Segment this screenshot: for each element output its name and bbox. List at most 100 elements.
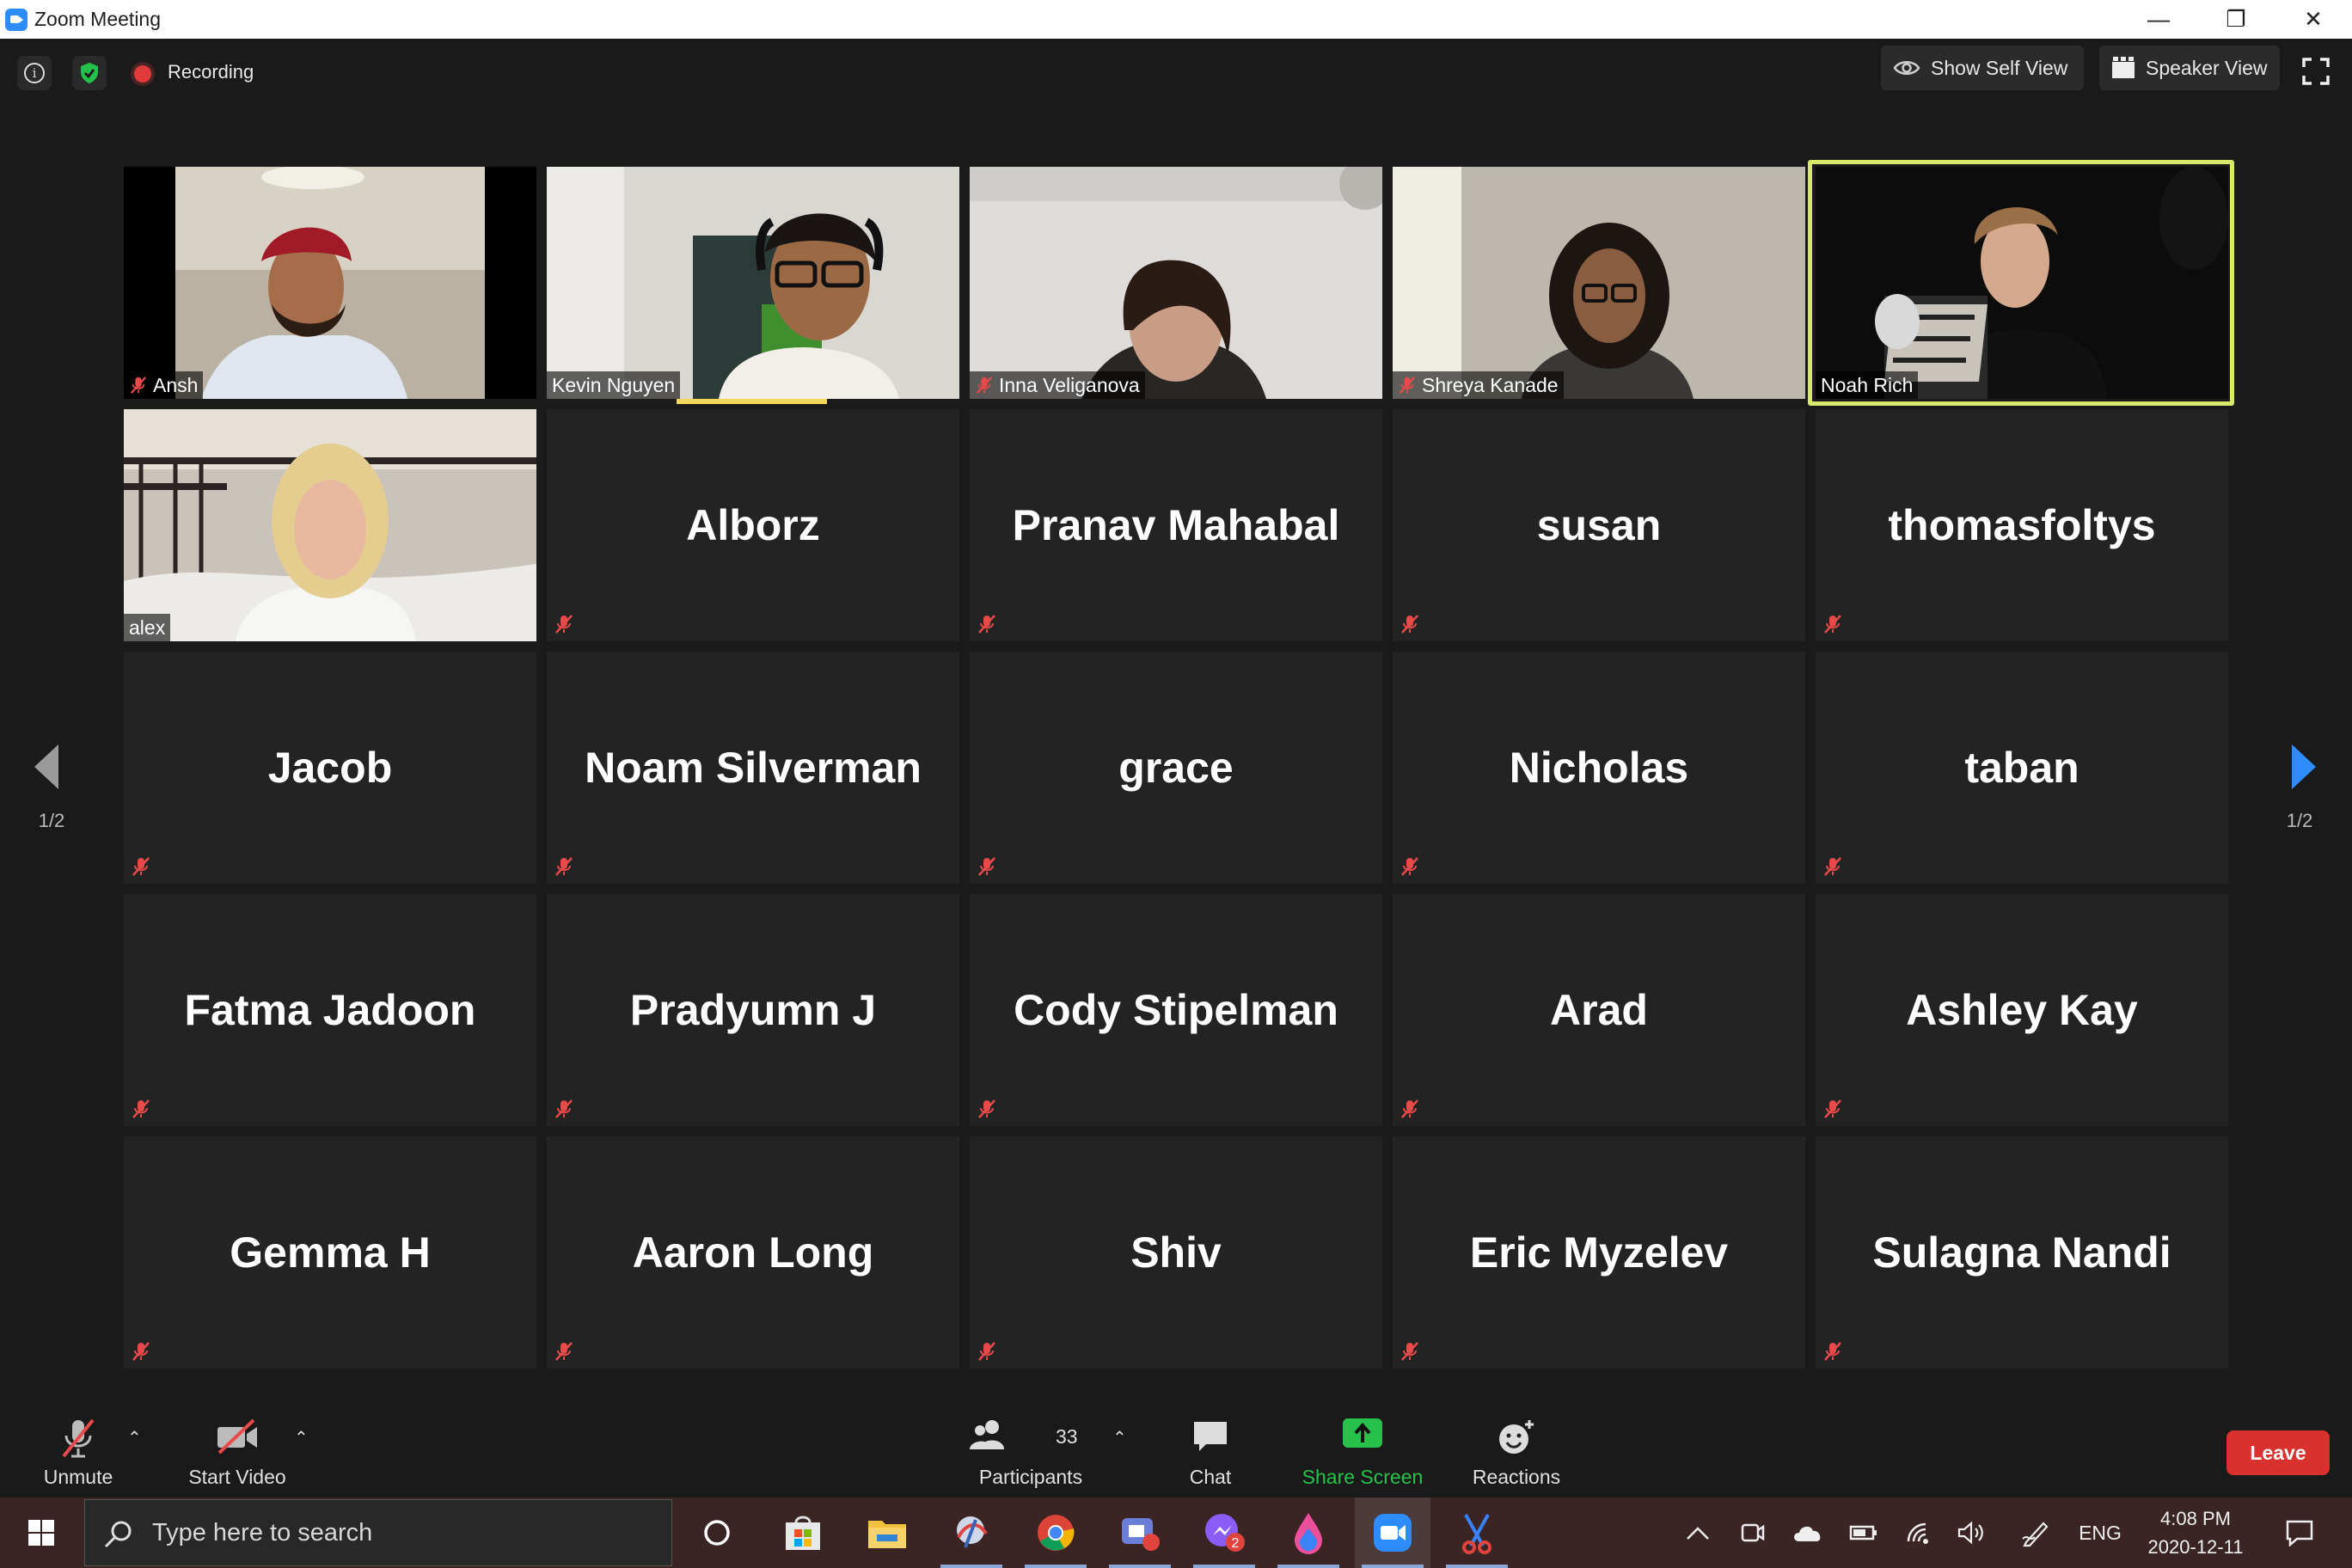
- taskbar-search-input[interactable]: Type here to search: [84, 1499, 672, 1566]
- video-tile[interactable]: Shreya Kanade: [1393, 167, 1805, 399]
- muted-mic-icon: [1401, 1099, 1418, 1118]
- chat-label: Chat: [1189, 1466, 1232, 1488]
- snipping-tool-icon[interactable]: [1439, 1498, 1515, 1568]
- video-tile[interactable]: Inna Veliganova: [970, 167, 1382, 399]
- muted-mic-icon: [1824, 1099, 1841, 1118]
- muted-mic-icon: [132, 1099, 150, 1118]
- chat-button[interactable]: Chat: [1176, 1401, 1245, 1498]
- participant-name: Fatma Jadoon: [184, 986, 476, 1034]
- participant-name: taban: [1964, 744, 2079, 792]
- participant-tile[interactable]: Shiv: [970, 1136, 1382, 1369]
- video-tile[interactable]: Kevin Nguyen: [547, 167, 959, 399]
- meet-now-icon[interactable]: [1732, 1498, 1772, 1568]
- share-screen-button[interactable]: Share Screen: [1296, 1401, 1429, 1498]
- participant-tile[interactable]: Sulagna Nandi: [1816, 1136, 2228, 1369]
- participant-name: susan: [1536, 501, 1662, 549]
- zoom-screen-share-icon[interactable]: [1102, 1498, 1178, 1568]
- participant-video-image: [124, 167, 536, 399]
- chrome-icon[interactable]: [1018, 1498, 1093, 1568]
- muted-mic-icon: [976, 377, 993, 394]
- volume-speaker-icon[interactable]: [1951, 1498, 1991, 1568]
- windows-logo-icon: [28, 1520, 54, 1546]
- show-self-view-button[interactable]: Show Self View: [1881, 46, 2084, 90]
- participant-tile[interactable]: grace: [970, 652, 1382, 884]
- participant-name-tag: Ansh: [124, 371, 204, 399]
- participants-options-caret-icon[interactable]: ⌃: [1112, 1427, 1127, 1449]
- leave-meeting-button[interactable]: Leave: [2226, 1430, 2330, 1475]
- participant-name: Noam Silverman: [585, 744, 922, 792]
- show-hidden-icons-chevron-icon[interactable]: [1681, 1498, 1715, 1568]
- participant-tile[interactable]: Gemma H: [124, 1136, 536, 1369]
- start-video-button[interactable]: Start Video: [177, 1401, 297, 1498]
- participant-tile[interactable]: Arad: [1393, 894, 1805, 1126]
- security-shield-icon[interactable]: [72, 56, 107, 90]
- participant-name: Noah Rich: [1821, 373, 1914, 396]
- muted-mic-icon: [1824, 615, 1841, 634]
- previous-page-arrow-icon[interactable]: [31, 741, 65, 793]
- participant-tile[interactable]: thomasfoltys: [1816, 409, 2228, 641]
- restore-button[interactable]: ❐: [2197, 0, 2275, 39]
- muted-mic-icon: [1401, 1342, 1418, 1361]
- participant-tile[interactable]: Pranav Mahabal: [970, 409, 1382, 641]
- participants-icon: [970, 1420, 1004, 1449]
- next-page-arrow-icon[interactable]: [2287, 741, 2321, 793]
- video-tile[interactable]: alex: [124, 409, 536, 641]
- participant-tile[interactable]: Cody Stipelman: [970, 894, 1382, 1126]
- muted-mic-icon: [132, 857, 150, 876]
- participant-tile[interactable]: Nicholas: [1393, 652, 1805, 884]
- muted-mic-icon: [978, 857, 995, 876]
- snip-tool-app-icon[interactable]: [934, 1498, 1009, 1568]
- windows-start-button[interactable]: [0, 1498, 83, 1568]
- participant-name: Kevin Nguyen: [552, 373, 676, 396]
- onedrive-cloud-icon[interactable]: [1788, 1498, 1828, 1568]
- speaker-view-button[interactable]: Speaker View: [2099, 46, 2280, 90]
- notifications-icon[interactable]: [2274, 1498, 2325, 1568]
- search-placeholder: Type here to search: [152, 1518, 373, 1547]
- file-explorer-icon[interactable]: [849, 1498, 925, 1568]
- participant-tile[interactable]: Aaron Long: [547, 1136, 959, 1369]
- participant-tile[interactable]: taban: [1816, 652, 2228, 884]
- video-tile[interactable]: Ansh: [124, 167, 536, 399]
- participant-name: Shreya Kanade: [1422, 373, 1559, 396]
- participant-tile[interactable]: Noam Silverman: [547, 652, 959, 884]
- zoom-taskbar-icon[interactable]: [1355, 1498, 1430, 1568]
- participant-video-image: [1393, 167, 1805, 399]
- input-language-indicator[interactable]: ENG: [2072, 1498, 2128, 1568]
- gallery-grid-icon: [2112, 57, 2135, 78]
- participant-name: Alborz: [686, 501, 820, 549]
- fullscreen-icon[interactable]: [2302, 58, 2330, 85]
- participant-tile[interactable]: Eric Myzelev: [1393, 1136, 1805, 1369]
- messenger-icon[interactable]: 2: [1186, 1498, 1262, 1568]
- wifi-icon[interactable]: [1900, 1498, 1939, 1568]
- close-button[interactable]: ✕: [2275, 0, 2352, 39]
- video-options-caret-icon[interactable]: ⌃: [294, 1427, 309, 1449]
- task-view-icon[interactable]: [679, 1498, 755, 1568]
- microsoft-store-icon[interactable]: [765, 1498, 841, 1568]
- participant-tile[interactable]: Fatma Jadoon: [124, 894, 536, 1126]
- page-indicator-left: 1/2: [38, 810, 65, 831]
- participant-tile[interactable]: Pradyumn J: [547, 894, 959, 1126]
- color-drop-app-icon[interactable]: [1271, 1498, 1346, 1568]
- meeting-info-icon[interactable]: i: [17, 56, 52, 90]
- participant-name: Nicholas: [1509, 744, 1689, 792]
- search-icon: [104, 1521, 132, 1548]
- minimize-button[interactable]: —: [2120, 0, 2197, 39]
- page-indicator-right: 1/2: [2286, 810, 2313, 831]
- pen-ink-workspace-icon[interactable]: [2016, 1498, 2055, 1568]
- participant-video-image: [970, 167, 1382, 399]
- participant-name: Sulagna Nandi: [1872, 1228, 2171, 1277]
- muted-mic-icon: [978, 1099, 995, 1118]
- participant-tile[interactable]: Jacob: [124, 652, 536, 884]
- audio-options-caret-icon[interactable]: ⌃: [127, 1427, 142, 1449]
- video-off-icon: [217, 1418, 257, 1455]
- video-tile[interactable]: Noah Rich: [1816, 167, 2228, 399]
- unmute-button[interactable]: Unmute: [26, 1401, 131, 1498]
- reactions-button[interactable]: Reactions: [1465, 1401, 1568, 1498]
- battery-icon[interactable]: [1844, 1498, 1883, 1568]
- participant-tile[interactable]: susan: [1393, 409, 1805, 641]
- participant-tile[interactable]: Ashley Kay: [1816, 894, 2228, 1126]
- participants-button[interactable]: 33 Participants: [966, 1401, 1095, 1498]
- system-clock[interactable]: 4:08 PM 2020-12-11: [2132, 1504, 2259, 1561]
- participant-tile[interactable]: Alborz: [547, 409, 959, 641]
- reactions-smiley-icon: [1499, 1420, 1534, 1454]
